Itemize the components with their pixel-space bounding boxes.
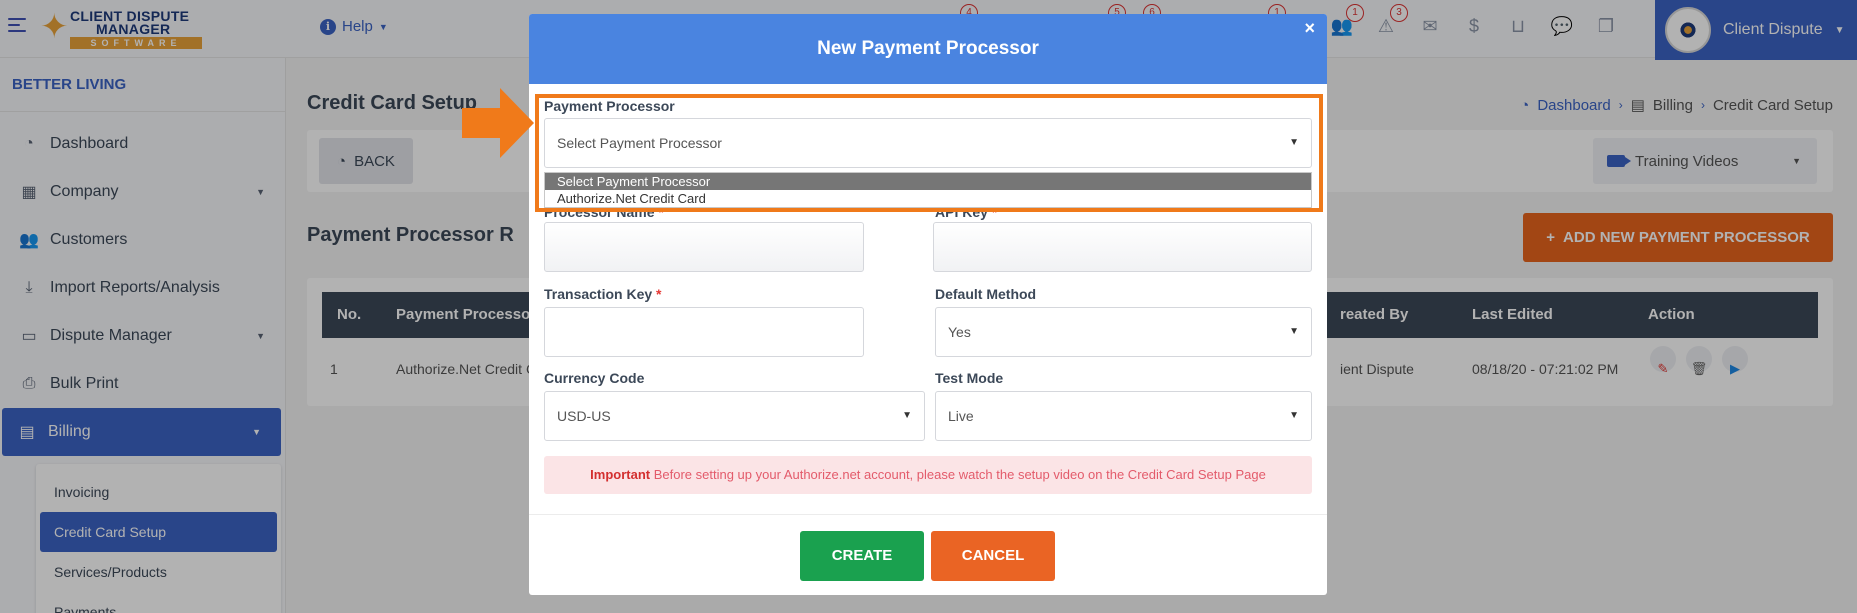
alert-strong: Important [590,467,651,482]
chevron-down-icon: ▼ [1289,326,1299,337]
create-button[interactable]: CREATE [800,531,924,581]
default-method-label: Default Method [935,286,1037,302]
alert-text: Before setting up your Authorize.net acc… [650,467,1266,482]
default-method-select[interactable]: Yes ▼ [935,307,1312,357]
modal-header: New Payment Processor × [529,14,1327,84]
select-value: USD-US [557,408,611,424]
test-mode-label: Test Mode [935,370,1004,386]
divider [529,514,1327,515]
api-key-field[interactable] [933,222,1312,272]
modal-title: New Payment Processor [817,38,1039,59]
chevron-down-icon: ▼ [1289,410,1299,421]
annotation-arrow-icon [462,88,534,158]
close-icon[interactable]: × [1304,14,1315,42]
cancel-button[interactable]: CANCEL [931,531,1055,581]
important-alert: Important Before setting up your Authori… [544,456,1312,494]
transaction-key-label: Transaction Key * [544,286,662,302]
test-mode-select[interactable]: Live ▼ [935,391,1312,441]
select-value: Live [948,408,974,424]
select-value: Yes [948,324,971,340]
annotation-highlight-box [535,94,1323,212]
transaction-key-field[interactable] [544,307,864,357]
currency-code-label: Currency Code [544,370,645,386]
processor-name-field[interactable] [544,222,864,272]
chevron-down-icon: ▼ [902,410,912,421]
currency-code-select[interactable]: USD-US ▼ [544,391,925,441]
